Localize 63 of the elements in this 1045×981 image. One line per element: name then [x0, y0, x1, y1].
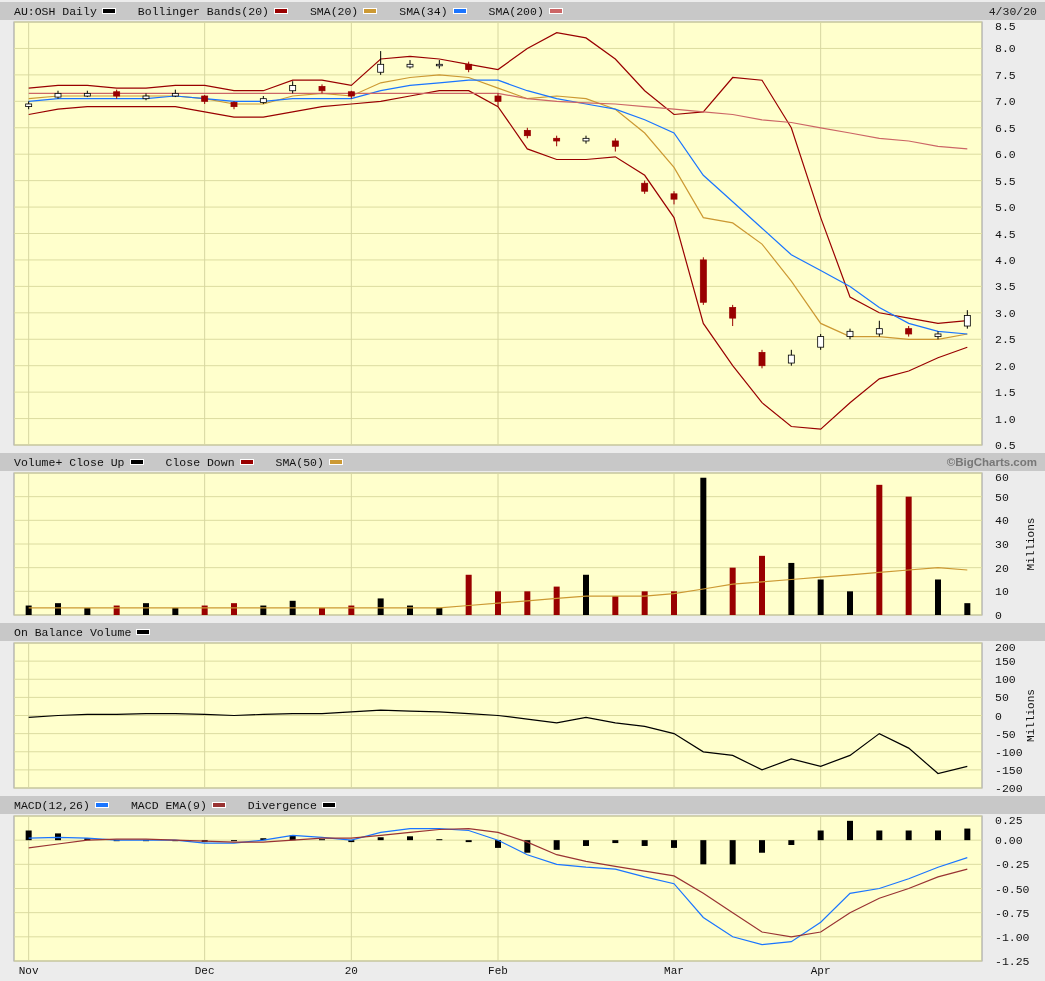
x-tick-label: Nov — [18, 965, 39, 977]
y-tick-label: 2.5 — [995, 333, 1016, 347]
x-tick-label: Dec — [194, 965, 215, 977]
x-tick-label: Mar — [664, 965, 684, 977]
y-tick-label: -100 — [995, 745, 1023, 759]
y-tick-label: 50 — [995, 691, 1009, 705]
y-tick-label: 4.0 — [995, 253, 1016, 267]
y-tick-label: 40 — [995, 514, 1009, 528]
y-tick-label: 1.5 — [995, 386, 1016, 400]
chart-title: AU:OSH Daily — [14, 4, 97, 18]
legend-label: MACD(12,26) — [14, 798, 90, 812]
legend-label: SMA(200) — [488, 4, 544, 18]
y-tick-label: 3.5 — [995, 280, 1016, 294]
y-tick-label: 100 — [995, 673, 1016, 687]
legend-label: Divergence — [247, 798, 317, 812]
legend-label: Close Down — [165, 455, 235, 469]
y-tick-label: -1.00 — [995, 930, 1030, 944]
y-tick-label: 0 — [995, 709, 1002, 723]
y-tick-label: -1.25 — [995, 955, 1030, 968]
y-tick-label: 2.0 — [995, 359, 1016, 373]
copyright-text: ©BigCharts.com — [946, 456, 1037, 468]
y-tick-label: -0.25 — [995, 858, 1030, 872]
y-tick-label: 0 — [995, 609, 1002, 622]
y-tick-label: -0.50 — [995, 882, 1030, 896]
chart-date: 4/30/20 — [988, 4, 1037, 18]
y-tick-label: 0.5 — [995, 439, 1016, 452]
y-tick-label: 6.5 — [995, 121, 1016, 135]
y-tick-label: -200 — [995, 782, 1023, 795]
y-tick-label: 5.0 — [995, 201, 1016, 215]
legend-label: SMA(50) — [275, 455, 324, 469]
legend-label: On Balance Volume — [14, 625, 132, 639]
y-tick-label: 1.0 — [995, 412, 1016, 426]
y-tick-label: 7.5 — [995, 68, 1016, 82]
y-tick-label: 8.0 — [995, 42, 1016, 56]
y-tick-label: 150 — [995, 655, 1016, 669]
y-tick-label: 0.00 — [995, 834, 1023, 848]
legend-label: MACD EMA(9) — [130, 798, 207, 812]
legend-label: Close Up — [69, 455, 125, 469]
y-tick-label: -50 — [995, 727, 1016, 741]
y-tick-label: 20 — [995, 561, 1009, 575]
y-tick-label: 7.0 — [995, 95, 1016, 109]
y-tick-label: 200 — [995, 641, 1016, 654]
y-tick-label: 8.5 — [995, 20, 1016, 33]
y-tick-label: 60 — [995, 471, 1009, 484]
legend-label: SMA(34) — [399, 4, 448, 18]
y-tick-label: 50 — [995, 490, 1009, 504]
y-tick-label: 10 — [995, 585, 1009, 599]
y-tick-label: 0.25 — [995, 814, 1023, 827]
y-tick-label: 3.0 — [995, 306, 1016, 320]
axis-unit-label: Millions — [1025, 517, 1037, 571]
y-tick-label: 30 — [995, 538, 1009, 551]
legend-label: SMA(20) — [309, 4, 359, 18]
x-tick-label: Apr — [810, 965, 831, 977]
y-tick-label: -150 — [995, 763, 1023, 777]
x-tick-label: Feb — [488, 965, 508, 977]
axis-unit-label: Millions — [1025, 689, 1037, 742]
legend-label: Bollinger Bands(20) — [137, 4, 269, 18]
chart-title: Volume+ — [14, 455, 63, 469]
y-tick-label: -0.75 — [995, 906, 1030, 920]
x-tick-label: 20 — [344, 965, 358, 977]
y-tick-label: 5.5 — [995, 174, 1016, 188]
y-tick-label: 6.0 — [995, 148, 1016, 162]
y-tick-label: 4.5 — [995, 227, 1016, 241]
